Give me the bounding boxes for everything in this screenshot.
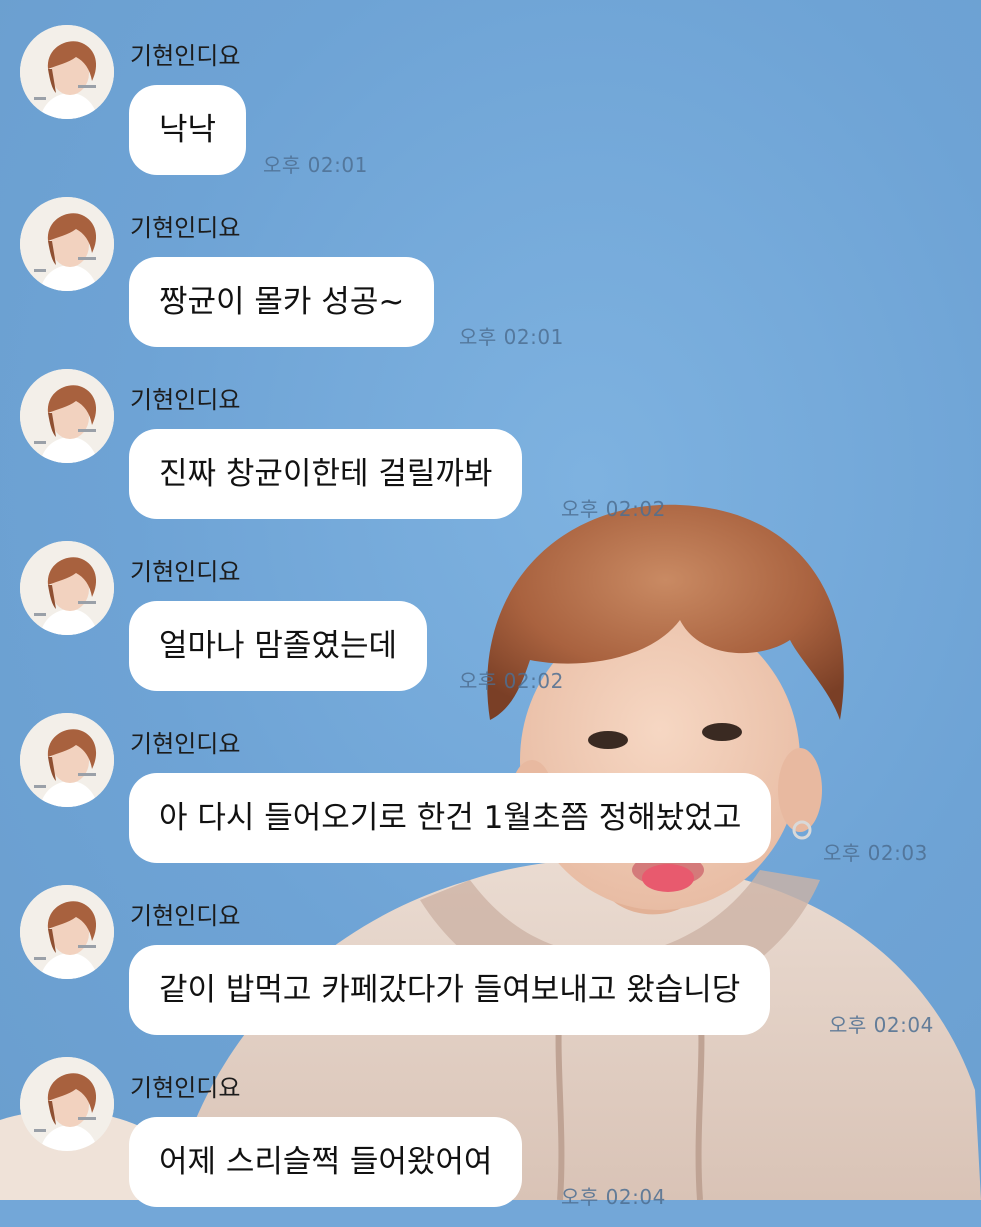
avatar[interactable] xyxy=(20,885,114,979)
message-timestamp: 오후 02:04 xyxy=(829,1013,934,1037)
message-timestamp: 오후 02:01 xyxy=(459,325,564,349)
message-bubble[interactable]: 어제 스리슬쩍 들어왔어여 xyxy=(129,1117,523,1207)
message-bubble[interactable]: 낙낙 xyxy=(129,85,247,175)
message-bubble[interactable]: 진짜 창균이한테 걸릴까봐 xyxy=(129,429,523,519)
chat-message-list[interactable]: 기현인디요 낙낙 오후 02:01 기현인디요 짱균이 몰카 성공~ 오후 02… xyxy=(0,0,981,1209)
message-bubble[interactable]: 같이 밥먹고 카페갔다가 들여보내고 왔습니당 xyxy=(129,945,771,1035)
sender-name: 기현인디요 xyxy=(130,730,241,758)
chat-message: 기현인디요 같이 밥먹고 카페갔다가 들여보내고 왔습니당 오후 02:04 xyxy=(0,885,981,1055)
message-bubble[interactable]: 짱균이 몰카 성공~ xyxy=(129,257,435,347)
sender-name: 기현인디요 xyxy=(130,386,241,414)
sender-name: 기현인디요 xyxy=(130,558,241,586)
message-bubble[interactable]: 아 다시 들어오기로 한건 1월초쯤 정해놨었고 xyxy=(129,773,772,863)
sender-name: 기현인디요 xyxy=(130,902,241,930)
avatar[interactable] xyxy=(20,197,114,291)
sender-name: 기현인디요 xyxy=(130,214,241,242)
message-timestamp: 오후 02:02 xyxy=(459,669,564,693)
sender-name: 기현인디요 xyxy=(130,1074,241,1102)
chat-message: 기현인디요 진짜 창균이한테 걸릴까봐 오후 02:02 xyxy=(0,369,981,539)
avatar[interactable] xyxy=(20,1057,114,1151)
chat-message: 기현인디요 얼마나 맘졸였는데 오후 02:02 xyxy=(0,541,981,711)
message-timestamp: 오후 02:01 xyxy=(263,153,368,177)
avatar[interactable] xyxy=(20,541,114,635)
sender-name: 기현인디요 xyxy=(130,42,241,70)
chat-message: 기현인디요 짱균이 몰카 성공~ 오후 02:01 xyxy=(0,197,981,367)
avatar[interactable] xyxy=(20,713,114,807)
message-timestamp: 오후 02:03 xyxy=(823,841,928,865)
chat-message: 기현인디요 낙낙 오후 02:01 xyxy=(0,25,981,195)
chat-message: 기현인디요 아 다시 들어오기로 한건 1월초쯤 정해놨었고 오후 02:03 xyxy=(0,713,981,883)
avatar[interactable] xyxy=(20,369,114,463)
message-timestamp: 오후 02:04 xyxy=(561,1185,666,1209)
chat-message: 기현인디요 어제 스리슬쩍 들어왔어여 오후 02:04 xyxy=(0,1057,981,1227)
avatar[interactable] xyxy=(20,25,114,119)
message-bubble[interactable]: 얼마나 맘졸였는데 xyxy=(129,601,428,691)
message-timestamp: 오후 02:02 xyxy=(561,497,666,521)
